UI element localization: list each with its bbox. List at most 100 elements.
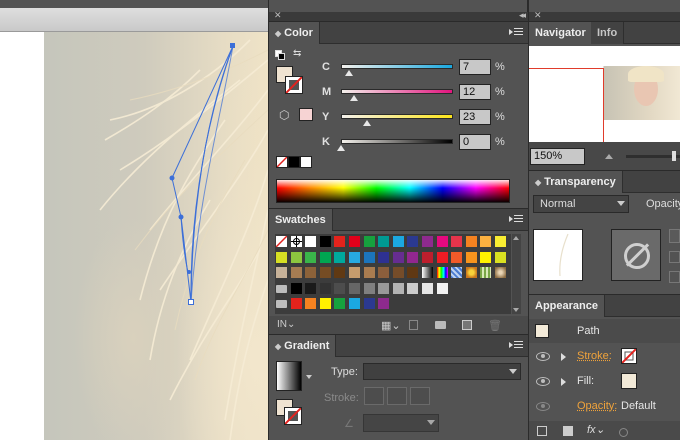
- white-color-chip[interactable]: [300, 156, 312, 168]
- swatch[interactable]: [333, 282, 346, 295]
- swatch[interactable]: [363, 297, 376, 310]
- swatch-registration[interactable]: [290, 235, 303, 248]
- tab-appearance[interactable]: Appearance: [529, 295, 605, 317]
- swatch[interactable]: [377, 282, 390, 295]
- panel-menu-icon[interactable]: [509, 26, 523, 38]
- gradient-stroke-swatch[interactable]: [284, 407, 302, 425]
- add-new-stroke-icon[interactable]: [537, 426, 547, 436]
- swatch-pattern-a[interactable]: [450, 266, 463, 279]
- fx-menu-icon[interactable]: fx⌄: [587, 423, 605, 436]
- swatch[interactable]: [363, 235, 376, 248]
- panel-menu-icon[interactable]: [509, 213, 523, 225]
- color-group-folder-icon[interactable]: [275, 282, 288, 295]
- swatch[interactable]: [348, 282, 361, 295]
- swatch[interactable]: [348, 266, 361, 279]
- swatch[interactable]: [465, 251, 478, 264]
- swatch[interactable]: [304, 297, 317, 310]
- add-new-fill-icon[interactable]: [563, 426, 573, 436]
- tab-info[interactable]: Info: [591, 22, 624, 44]
- swatch[interactable]: [450, 235, 463, 248]
- swatch[interactable]: [421, 251, 434, 264]
- make-mask-button[interactable]: [669, 229, 680, 243]
- swatch[interactable]: [406, 235, 419, 248]
- slider-track[interactable]: [341, 114, 453, 119]
- swatch[interactable]: [406, 266, 419, 279]
- stroke-gradient-across-button[interactable]: [410, 387, 430, 405]
- color-spectrum-bar[interactable]: [276, 179, 510, 203]
- swatch[interactable]: [436, 251, 449, 264]
- swatch-grad-rainbow[interactable]: [436, 266, 449, 279]
- swatch[interactable]: [479, 235, 492, 248]
- swatch[interactable]: [363, 251, 376, 264]
- swatch[interactable]: [377, 235, 390, 248]
- swatch-pattern-d[interactable]: [494, 266, 507, 279]
- swatches-scrollbar[interactable]: [512, 234, 521, 314]
- none-color-chip[interactable]: [276, 156, 288, 168]
- invert-mask-checkbox[interactable]: [669, 271, 680, 283]
- clear-appearance-icon[interactable]: [619, 428, 628, 437]
- swatch[interactable]: [494, 235, 507, 248]
- swatch[interactable]: [377, 266, 390, 279]
- tab-color[interactable]: ◆ Color: [269, 22, 320, 44]
- gradient-type-dropdown[interactable]: [363, 363, 521, 380]
- swatch[interactable]: [377, 297, 390, 310]
- blend-mode-dropdown[interactable]: Normal: [533, 195, 629, 213]
- swatch[interactable]: [333, 266, 346, 279]
- clip-checkbox[interactable]: [669, 251, 680, 263]
- delete-swatch-icon[interactable]: 🗑: [488, 319, 502, 332]
- swatch[interactable]: [290, 297, 303, 310]
- swatch[interactable]: [319, 251, 332, 264]
- swatch-libraries-menu-icon[interactable]: IN⌄: [277, 319, 295, 330]
- swatch[interactable]: [392, 282, 405, 295]
- tab-navigator[interactable]: Navigator: [529, 22, 593, 44]
- gradient-angle-field[interactable]: [363, 414, 439, 432]
- opacity-label[interactable]: Opacity:: [577, 400, 617, 412]
- color-group-folder-icon[interactable]: [275, 297, 288, 310]
- appearance-fill-row[interactable]: Fill:: [529, 370, 680, 394]
- slider-thumb[interactable]: [345, 70, 353, 76]
- swatch[interactable]: [304, 266, 317, 279]
- swatch-grad-bw[interactable]: [421, 266, 434, 279]
- tab-transparency[interactable]: ◆ Transparency: [529, 171, 623, 193]
- swatch[interactable]: [348, 235, 361, 248]
- expand-arrow-icon[interactable]: [561, 378, 566, 386]
- swatch[interactable]: [348, 297, 361, 310]
- swatch[interactable]: [392, 266, 405, 279]
- swatch[interactable]: [290, 282, 303, 295]
- zoom-level-field[interactable]: 150%: [530, 148, 585, 165]
- swatch[interactable]: [421, 282, 434, 295]
- slider-value-field[interactable]: 0: [459, 134, 491, 150]
- swatch[interactable]: [436, 235, 449, 248]
- swatch-pattern-c[interactable]: [479, 266, 492, 279]
- slider-thumb[interactable]: [350, 95, 358, 101]
- swatch[interactable]: [333, 251, 346, 264]
- collapse-dock-icon[interactable]: ◂◂: [519, 10, 524, 21]
- eye-icon[interactable]: [536, 402, 550, 411]
- slider-thumb[interactable]: [363, 120, 371, 126]
- slider-value-field[interactable]: 23: [459, 109, 491, 125]
- swatch[interactable]: [392, 235, 405, 248]
- zoom-out-icon[interactable]: [605, 154, 613, 159]
- stroke-gradient-within-button[interactable]: [364, 387, 384, 405]
- navigator-thumbnail[interactable]: [529, 46, 680, 142]
- swatch[interactable]: [377, 251, 390, 264]
- gradient-presets-arrow-icon[interactable]: [306, 375, 312, 379]
- swatch[interactable]: [290, 266, 303, 279]
- close-dock-icon[interactable]: ✕: [274, 10, 282, 21]
- swap-colors-icon[interactable]: ⇆: [293, 48, 301, 59]
- swatch[interactable]: [290, 251, 303, 264]
- swatch[interactable]: [479, 251, 492, 264]
- swatch[interactable]: [304, 235, 317, 248]
- slider-thumb[interactable]: [337, 145, 345, 151]
- swatch[interactable]: [392, 251, 405, 264]
- gradient-preview[interactable]: [276, 361, 302, 391]
- navigator-view-box[interactable]: [529, 68, 604, 142]
- swatch[interactable]: [319, 282, 332, 295]
- swatch[interactable]: [363, 282, 376, 295]
- black-color-chip[interactable]: [288, 156, 300, 168]
- opacity-mask-slot[interactable]: [611, 229, 661, 281]
- swatch[interactable]: [304, 251, 317, 264]
- tab-swatches[interactable]: Swatches: [269, 209, 333, 231]
- swatch[interactable]: [406, 251, 419, 264]
- slider-track[interactable]: [341, 64, 453, 69]
